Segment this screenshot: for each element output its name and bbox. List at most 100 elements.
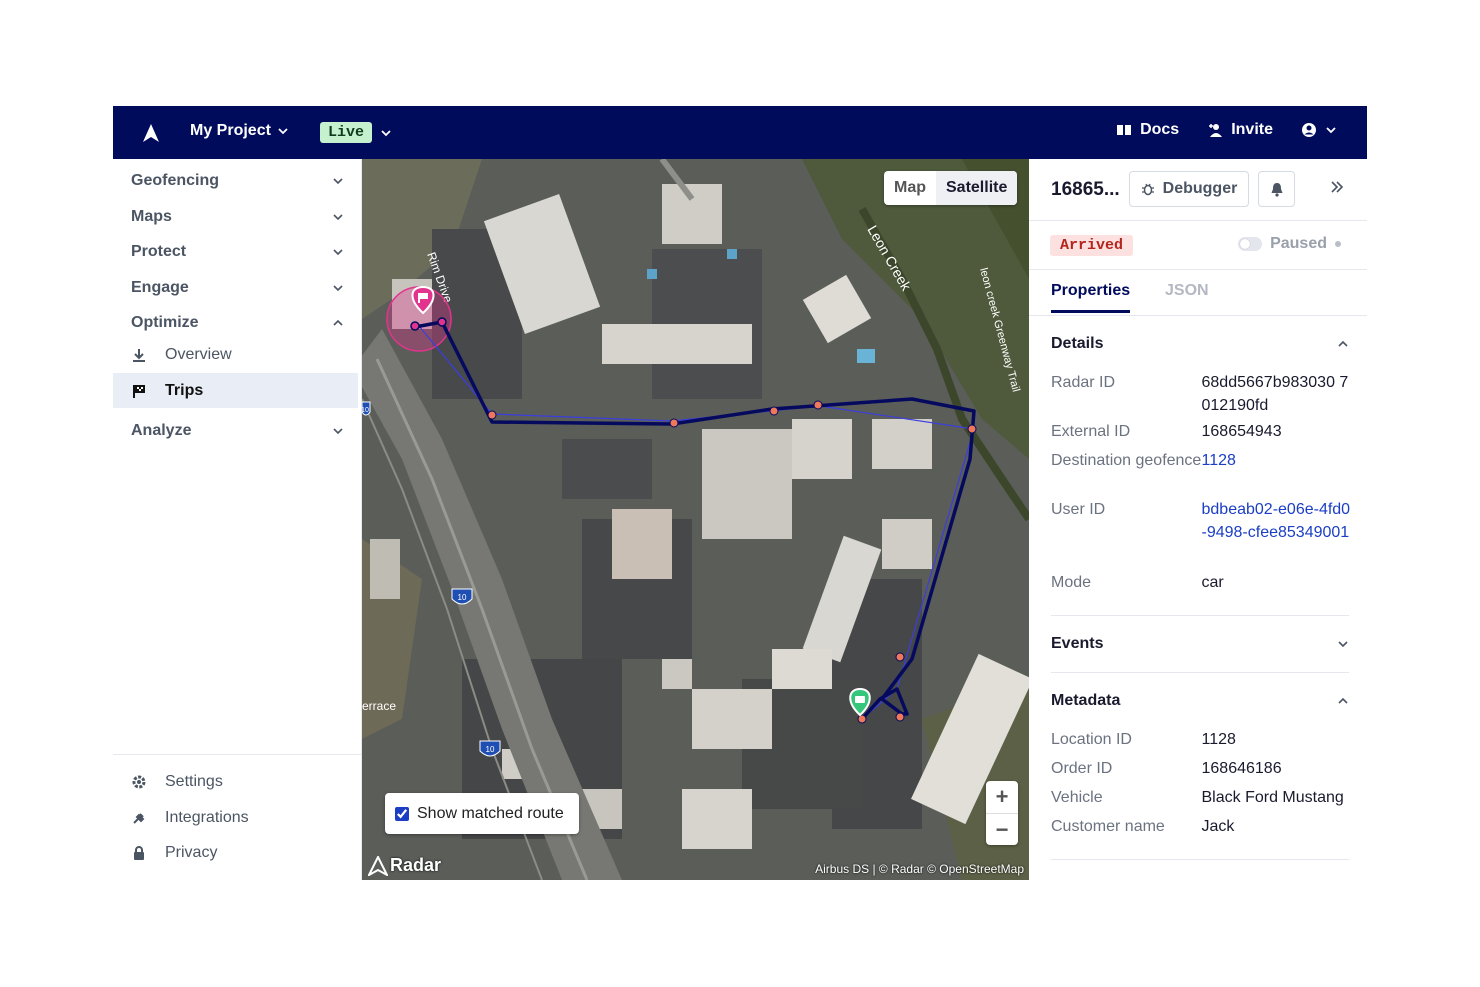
pause-toggle[interactable]: Paused [1238, 235, 1341, 253]
satellite-imagery: Rim Drive Leon Creek leon creek Greenway… [362, 159, 1029, 880]
notifications-button[interactable] [1258, 171, 1295, 207]
show-matched-route-control[interactable]: Show matched route [385, 793, 579, 834]
debugger-button[interactable]: Debugger [1129, 171, 1249, 207]
user-id-link[interactable]: bdbeab02-e06e-4fd0-9498-cfee85349001 [1202, 498, 1352, 544]
chevron-down-icon [1326, 127, 1336, 134]
route-point[interactable] [857, 714, 867, 724]
route-point[interactable] [895, 652, 905, 662]
add-user-icon [1209, 124, 1223, 137]
detail-key: Radar ID [1051, 374, 1116, 391]
shield-number: 10 [362, 407, 369, 414]
top-bar: My Project Live Docs Invite [113, 106, 1367, 159]
sidebar-item-trips[interactable]: Trips [113, 373, 358, 408]
route-point[interactable] [895, 712, 905, 722]
metadata-title: Metadata [1051, 692, 1121, 709]
sidebar-group-geofencing[interactable]: Geofencing [113, 163, 362, 198]
book-icon [1117, 125, 1132, 135]
metadata-row-order-id: Order ID 168646186 [1051, 757, 1351, 780]
sidebar-group-engage[interactable]: Engage [113, 270, 362, 305]
sidebar-item-label: Overview [165, 345, 232, 363]
zoom-out-button[interactable]: − [986, 813, 1018, 845]
route-point[interactable] [967, 424, 977, 434]
sidebar-item-integrations[interactable]: Integrations [113, 800, 362, 835]
metadata-key: Order ID [1051, 760, 1113, 777]
show-matched-route-checkbox[interactable] [395, 806, 409, 821]
invite-label: Invite [1231, 121, 1273, 138]
sidebar-group-optimize[interactable]: Optimize [113, 305, 362, 340]
collapse-panel-icon[interactable] [1329, 179, 1345, 195]
sidebar-group-protect[interactable]: Protect [113, 234, 362, 269]
trip-detail-panel: 16865... Debugger Arrived Paused Propert… [1029, 159, 1367, 880]
gear-icon [131, 774, 147, 790]
sidebar-item-settings[interactable]: Settings [113, 764, 362, 799]
interstate-shield-icon: 10 [451, 588, 473, 605]
chevron-down-icon [333, 177, 343, 184]
route-point[interactable] [769, 406, 779, 416]
sidebar-group-label: Analyze [131, 421, 192, 439]
sidebar-item-overview[interactable]: Overview [113, 337, 358, 372]
map-attribution[interactable]: Airbus DS | © Radar © OpenStreetMap [815, 862, 1024, 876]
chevron-down-icon [333, 248, 343, 255]
sidebar-item-privacy[interactable]: Privacy [113, 835, 362, 870]
radar-logo-icon[interactable] [141, 123, 161, 143]
route-point[interactable] [669, 418, 679, 428]
trip-status-row: Arrived Paused [1029, 221, 1367, 270]
user-avatar-icon [1302, 123, 1316, 137]
environment-selector[interactable]: Live [320, 122, 392, 143]
trip-map[interactable]: Rim Drive Leon Creek leon creek Greenway… [362, 159, 1029, 880]
route-point[interactable] [813, 400, 823, 410]
chevron-down-icon [381, 129, 391, 136]
route-point[interactable] [487, 410, 497, 420]
sidebar-group-analyze[interactable]: Analyze [113, 413, 362, 448]
project-name: My Project [190, 122, 271, 139]
show-matched-route-label: Show matched route [417, 804, 564, 822]
tab-properties[interactable]: Properties [1051, 282, 1131, 313]
invite-button[interactable]: Invite [1207, 121, 1273, 139]
account-menu[interactable] [1301, 122, 1337, 138]
external-id-value: 168654943 [1201, 423, 1282, 440]
shield-number: 10 [486, 745, 495, 754]
tab-json[interactable]: JSON [1165, 282, 1209, 310]
metadata-key: Location ID [1051, 731, 1132, 748]
sidebar-item-label: Integrations [165, 808, 249, 826]
map-style-toggle: Map Satellite [884, 171, 1018, 205]
details-title: Details [1051, 335, 1104, 352]
sidebar-group-label: Geofencing [131, 171, 220, 189]
metadata-section-header[interactable]: Metadata [1051, 692, 1349, 710]
project-selector[interactable]: My Project [190, 122, 289, 140]
route-point[interactable] [437, 317, 447, 327]
detail-row-radar-id: Radar ID 68dd5667b983030 7012190fd [1051, 371, 1351, 417]
panel-header: 16865... Debugger [1029, 159, 1367, 221]
chevron-down-icon [278, 128, 288, 135]
pause-toggle-switch[interactable] [1238, 237, 1263, 251]
customer-name-value: Jack [1201, 818, 1235, 835]
zoom-controls: + − [986, 781, 1018, 845]
status-dot-icon [1335, 241, 1341, 247]
zoom-in-button[interactable]: + [986, 781, 1018, 813]
bug-icon [1141, 183, 1154, 196]
metadata-key: Vehicle [1051, 789, 1103, 806]
map-style-satellite-button[interactable]: Satellite [936, 171, 1018, 205]
route-point[interactable] [410, 321, 420, 331]
mode-value: car [1201, 574, 1224, 591]
section-divider [1051, 672, 1349, 673]
chevron-down-icon [333, 284, 343, 291]
docs-link[interactable]: Docs [1116, 121, 1179, 139]
detail-key: User ID [1051, 501, 1106, 518]
app-window: My Project Live Docs Invite Geofencing M… [113, 106, 1367, 880]
chevron-up-icon [1338, 340, 1348, 347]
bell-icon [1271, 182, 1282, 197]
details-section-header[interactable]: Details [1051, 335, 1349, 353]
metadata-row-location-id: Location ID 1128 [1051, 728, 1351, 751]
sidebar-item-label: Settings [165, 772, 223, 790]
vehicle-value: Black Ford Mustang [1201, 789, 1344, 806]
destination-geofence-link[interactable]: 1128 [1202, 449, 1352, 472]
shield-number: 10 [458, 593, 467, 602]
events-title: Events [1051, 635, 1104, 652]
lock-icon [131, 845, 147, 861]
chevron-up-icon [1338, 697, 1348, 704]
map-brand-logo: Radar [368, 855, 441, 876]
sidebar-group-maps[interactable]: Maps [113, 199, 362, 234]
events-section-header[interactable]: Events [1051, 635, 1349, 653]
map-style-map-button[interactable]: Map [884, 171, 936, 205]
